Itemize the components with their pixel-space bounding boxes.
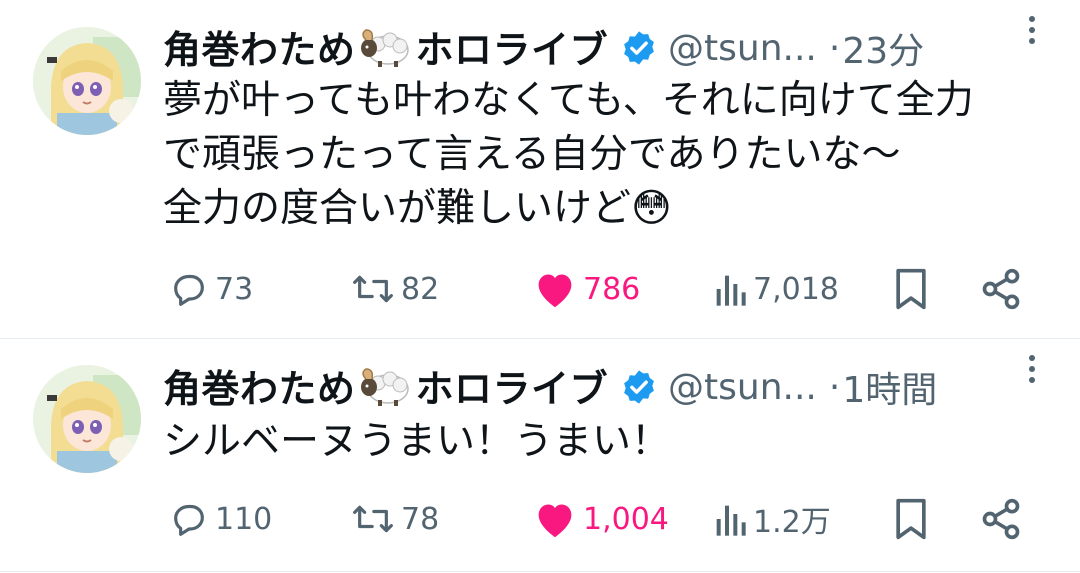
reply-button[interactable]: 73	[169, 264, 253, 314]
like-button[interactable]: 786	[533, 264, 640, 314]
like-count: 786	[583, 271, 641, 307]
view-count: 1.2万	[753, 505, 831, 540]
view-count: 7,018	[753, 271, 839, 307]
timestamp[interactable]: 1時間	[842, 361, 937, 413]
verified-icon	[620, 368, 658, 406]
sheep-emoji-icon	[360, 28, 412, 77]
author-name-prefix: 角巻わため	[163, 28, 356, 72]
author-handle[interactable]: @tsun...	[668, 367, 817, 408]
retweet-button[interactable]: 78	[351, 494, 439, 544]
timestamp[interactable]: 23分	[842, 22, 924, 74]
author-name[interactable]: 角巻わため ホロライブ	[163, 358, 608, 416]
retweet-icon	[351, 269, 395, 309]
tweet-header: 角巻わため ホロライブ @tsun... · 1時間	[163, 361, 1063, 413]
retweet-count: 78	[401, 501, 440, 537]
heart-icon	[533, 499, 577, 539]
views-button[interactable]: 1.2万	[713, 494, 831, 544]
tweet-text: シルベーヌうまい！うまい！	[163, 419, 671, 464]
share-button[interactable]	[979, 494, 1023, 544]
like-button[interactable]: 1,004	[533, 494, 669, 544]
more-icon[interactable]	[1024, 353, 1040, 385]
retweet-count: 82	[401, 271, 440, 307]
author-handle[interactable]: @tsun...	[668, 28, 817, 69]
share-icon	[979, 497, 1023, 541]
tweet[interactable]: 角巻わため ホロライブ @tsun... · 1時間 シルベーヌうまい！うまい！ …	[0, 339, 1080, 571]
tweet[interactable]: 角巻わため ホロライブ @tsun... · 23分 夢が叶っても叶わなくても、そ…	[0, 0, 1080, 338]
action-bar: 110 78 1,004 1.2万	[163, 494, 1043, 544]
like-count: 1,004	[583, 501, 669, 537]
bookmark-icon	[891, 267, 931, 311]
avatar[interactable]	[33, 27, 141, 135]
views-icon	[713, 499, 747, 539]
views-icon	[713, 269, 747, 309]
more-icon[interactable]	[1024, 14, 1040, 46]
author-name-suffix: ホロライブ	[415, 28, 609, 72]
reply-icon	[169, 269, 209, 309]
author-name[interactable]: 角巻わため ホロライブ	[163, 19, 608, 77]
heart-icon	[533, 269, 577, 309]
reply-icon	[169, 499, 209, 539]
reply-count: 110	[215, 501, 273, 537]
separator-dot: ·	[828, 27, 841, 69]
reply-button[interactable]: 110	[169, 494, 272, 544]
sheep-emoji-icon	[360, 367, 412, 416]
bookmark-button[interactable]	[891, 494, 931, 544]
retweet-button[interactable]: 82	[351, 264, 439, 314]
bookmark-button[interactable]	[891, 264, 931, 314]
author-name-suffix: ホロライブ	[415, 367, 609, 411]
views-button[interactable]: 7,018	[713, 264, 839, 314]
share-icon	[979, 267, 1023, 311]
bookmark-icon	[891, 497, 931, 541]
avatar[interactable]	[33, 365, 141, 473]
divider	[0, 571, 1080, 572]
share-button[interactable]	[979, 264, 1023, 314]
action-bar: 73 82 786 7,018	[163, 264, 1043, 314]
timeline: 角巻わため ホロライブ @tsun... · 23分 夢が叶っても叶わなくても、そ…	[0, 0, 1080, 573]
tweet-text: 夢が叶っても叶わなくても、それに向けて全力 で頑張ったって言える自分でありたいな…	[163, 78, 974, 231]
retweet-icon	[351, 499, 395, 539]
verified-icon	[620, 29, 658, 67]
reply-count: 73	[215, 271, 254, 307]
separator-dot: ·	[828, 366, 841, 408]
tweet-header: 角巻わため ホロライブ @tsun... · 23分	[163, 22, 1063, 74]
author-name-prefix: 角巻わため	[163, 367, 356, 411]
